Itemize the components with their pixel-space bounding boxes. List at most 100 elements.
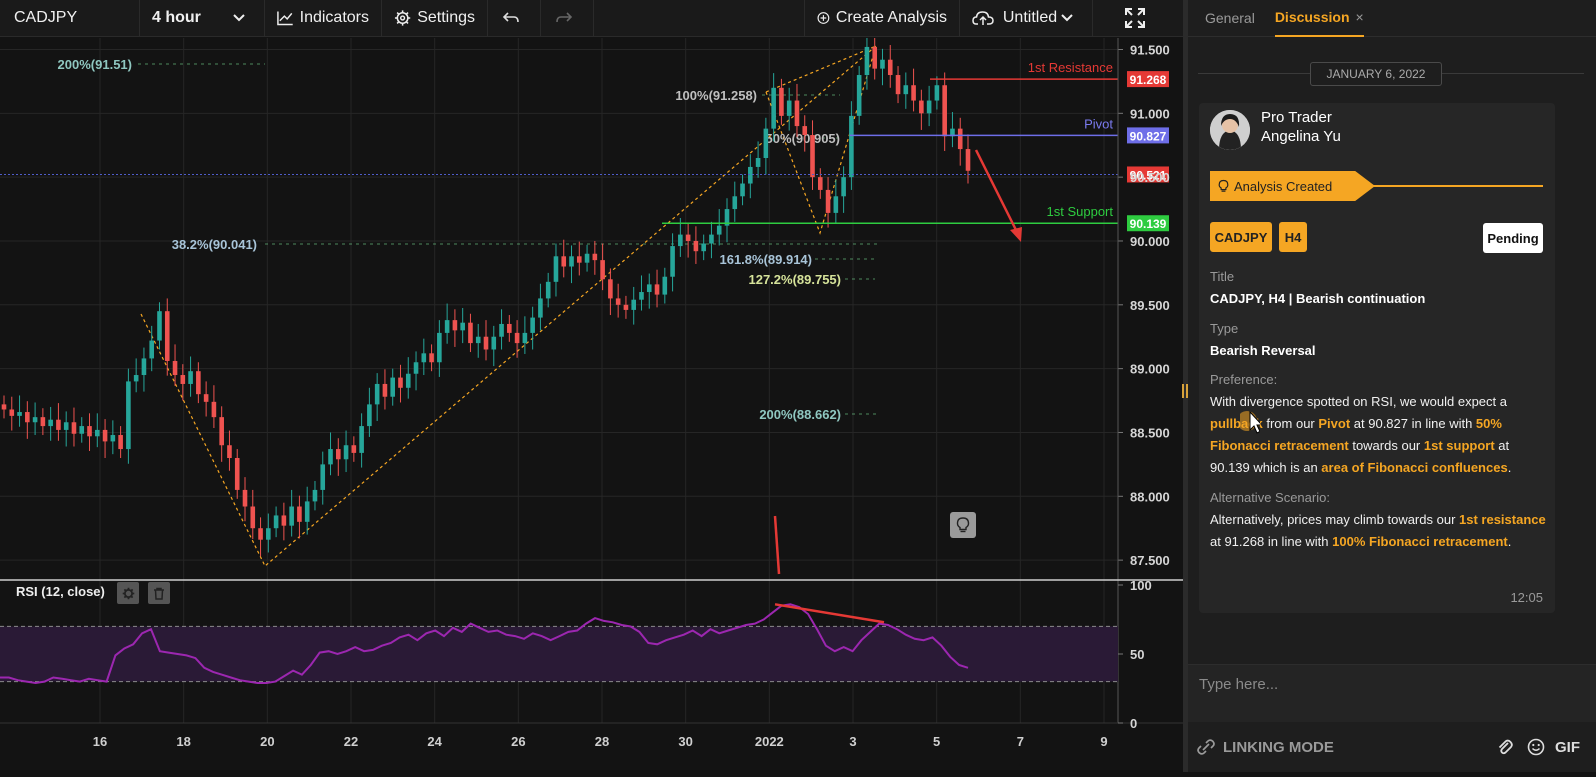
candle-body (716, 225, 722, 235)
x-tick-label: 20 (260, 734, 274, 749)
price-tick-label: 87.500 (1130, 553, 1170, 568)
rsi-band (0, 626, 1118, 682)
candle-body (452, 320, 458, 331)
type-value: Bearish Reversal (1210, 343, 1316, 358)
candle-body (328, 449, 333, 465)
candle-body (475, 336, 481, 344)
candle-body (670, 246, 675, 277)
candle-body (771, 87, 776, 129)
rsi-tick-label: 100 (1130, 578, 1152, 593)
symbol-selector[interactable]: CADJPY (0, 0, 140, 37)
rsi-tick-label: 0 (1130, 716, 1137, 731)
link-icon[interactable] (1196, 737, 1216, 757)
candle-body (825, 189, 831, 213)
candle-body (1, 404, 7, 410)
candle-body (507, 323, 512, 333)
candle-body (538, 298, 543, 318)
settings-button[interactable]: Settings (382, 0, 488, 37)
candle-body (755, 158, 761, 167)
fullscreen-button[interactable] (1093, 0, 1183, 37)
symbol-tag[interactable]: CADJPY (1210, 222, 1272, 252)
candle-body (32, 417, 38, 423)
x-tick-label: 7 (1017, 734, 1024, 749)
x-tick-label: 3 (849, 734, 856, 749)
candle-body (390, 377, 396, 397)
candle-body (203, 394, 209, 402)
fib-level-label: 161.8%(89.914) (719, 252, 812, 267)
emoji-icon[interactable] (1527, 738, 1545, 756)
rsi-label: RSI (12, close) (16, 584, 105, 599)
input-placeholder: Type here... (1199, 676, 1279, 693)
candle-body (545, 281, 551, 299)
candle-body (374, 383, 380, 405)
candle-body (312, 489, 318, 502)
candle-body (483, 336, 489, 350)
candle-body (646, 284, 652, 293)
candle-body (126, 381, 131, 450)
candle-body (266, 528, 271, 540)
create-analysis-button[interactable]: Create Analysis (805, 0, 960, 37)
candle-body (133, 375, 139, 382)
indicators-button[interactable]: Indicators (265, 0, 382, 37)
arrow-head-icon (1010, 227, 1022, 242)
candle-body (740, 183, 745, 197)
candle-body (615, 298, 621, 305)
timeframe-dropdown[interactable]: 4 hour (140, 0, 265, 37)
x-tick-label: 24 (427, 734, 442, 749)
undo-button[interactable] (488, 0, 541, 37)
document-dropdown[interactable]: Untitled (960, 0, 1093, 37)
rsi-tick-label: 50 (1130, 647, 1144, 662)
x-tick-label: 9 (1100, 734, 1107, 749)
message-input[interactable]: Type here... (1188, 664, 1596, 722)
fullscreen-icon (1125, 8, 1145, 28)
candle-body (864, 46, 870, 76)
price-level-name: 1st Resistance (1028, 60, 1113, 75)
timeframe-tag[interactable]: H4 (1279, 222, 1307, 252)
gear-icon (122, 587, 134, 599)
message-time: 12:05 (1510, 590, 1543, 605)
rsi-settings-button[interactable] (117, 582, 139, 604)
tab-discussion-label: Discussion (1274, 9, 1350, 25)
redo-button[interactable] (541, 0, 594, 37)
candle-body (102, 429, 108, 442)
candle-body (678, 234, 683, 247)
fib-level-label: 200%(91.51) (58, 57, 132, 72)
tab-discussion[interactable]: Discussion × (1274, 0, 1364, 37)
toolbar-spacer (594, 0, 805, 37)
candle-body (880, 59, 885, 69)
tab-general[interactable]: General (1205, 0, 1255, 37)
price-tick-label: 89.000 (1130, 362, 1170, 377)
candle-body (662, 276, 668, 295)
author-role: Pro Trader (1261, 109, 1332, 126)
candle-body (600, 260, 605, 280)
rsi-delete-button[interactable] (148, 582, 170, 604)
candle-body (444, 320, 450, 333)
paperclip-icon[interactable] (1497, 738, 1513, 756)
idea-button[interactable] (950, 512, 976, 538)
candle-body (429, 353, 434, 363)
linking-mode-label[interactable]: LINKING MODE (1223, 739, 1334, 756)
candle-body (304, 501, 310, 522)
candle-body (242, 489, 248, 507)
candle-body (219, 417, 224, 446)
close-tab-icon[interactable]: × (1356, 9, 1364, 25)
grid-lines (0, 38, 1118, 723)
settings-label: Settings (417, 9, 475, 26)
chart-toolbar: CADJPY 4 hour Indicators Settings Create… (0, 0, 1183, 37)
candle-body (576, 256, 582, 263)
create-analysis-label: Create Analysis (835, 9, 947, 26)
candle-body (118, 435, 123, 450)
price-chart[interactable]: 200%(91.51)100%(91.258)50%(90.905)38.2%(… (0, 30, 1183, 772)
candle-body (94, 429, 100, 437)
candle-body (786, 100, 792, 116)
candle-body (817, 177, 823, 190)
status-badge: Analysis Created (1210, 171, 1375, 201)
x-tick-label: 30 (678, 734, 692, 749)
gif-button[interactable]: GIF (1555, 739, 1580, 756)
chart-area[interactable]: 200%(91.51) 100%(91.258) 50%(90.905) 38.2%(… (0, 30, 1183, 772)
preference-label: Preference: (1210, 372, 1278, 387)
candle-body (530, 317, 535, 333)
candle-body (157, 311, 162, 341)
candle-body (685, 234, 691, 241)
candle-body (367, 404, 372, 427)
